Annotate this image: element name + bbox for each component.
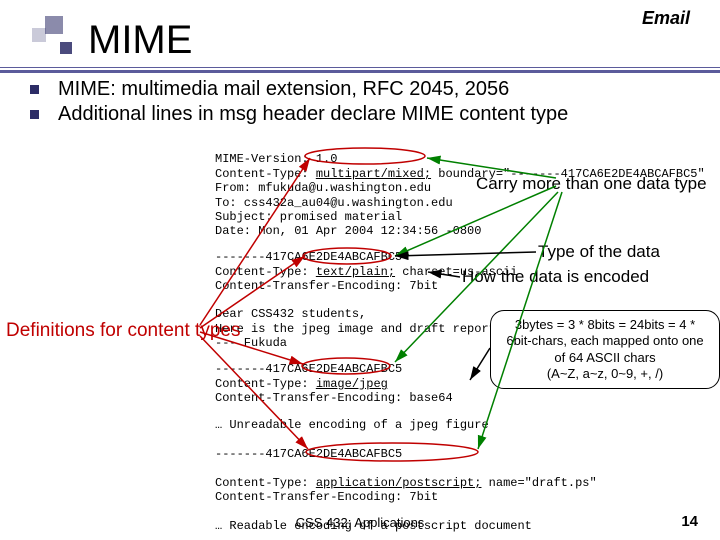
callout-typeof: Type of the data [538, 242, 660, 262]
callout-definitions: Definitions for content types [6, 320, 240, 342]
header-category: Email [642, 8, 690, 29]
deco-square [32, 28, 46, 42]
encoding-box: 3bytes = 3 * 8bits = 24bits = 4 * 6bit-c… [490, 310, 720, 389]
bullet-item: Additional lines in msg header declare M… [58, 102, 568, 127]
callout-carry: Carry more than one data type [476, 174, 707, 194]
box-line: of 64 ASCII chars [501, 350, 709, 366]
bullet-list: MIME: multimedia mail extension, RFC 204… [58, 77, 568, 127]
bullet-item: MIME: multimedia mail extension, RFC 204… [58, 77, 568, 102]
box-line: 6bit-chars, each mapped onto one [501, 333, 709, 349]
slide-title: MIME [88, 18, 192, 63]
bullet-text: MIME: multimedia mail extension, RFC 204… [58, 78, 509, 100]
rule-thick [0, 70, 720, 73]
footer-text: CSS 432: Applications [0, 515, 720, 530]
box-line: (A~Z, a~z, 0~9, +, /) [501, 366, 709, 382]
bullet-icon [30, 85, 39, 94]
bullet-icon [30, 110, 39, 119]
deco-square [60, 42, 72, 54]
mime-part2-header: -------417CA6E2DE4ABCAFBC5 Content-Type:… [215, 348, 453, 406]
rule-thin [0, 67, 720, 68]
callout-encoded: How the data is encoded [462, 267, 649, 287]
deco-square [45, 16, 63, 34]
bullet-text: Additional lines in msg header declare M… [58, 103, 568, 125]
box-line: 3bytes = 3 * 8bits = 24bits = 4 * [501, 317, 709, 333]
page-number: 14 [681, 513, 698, 530]
